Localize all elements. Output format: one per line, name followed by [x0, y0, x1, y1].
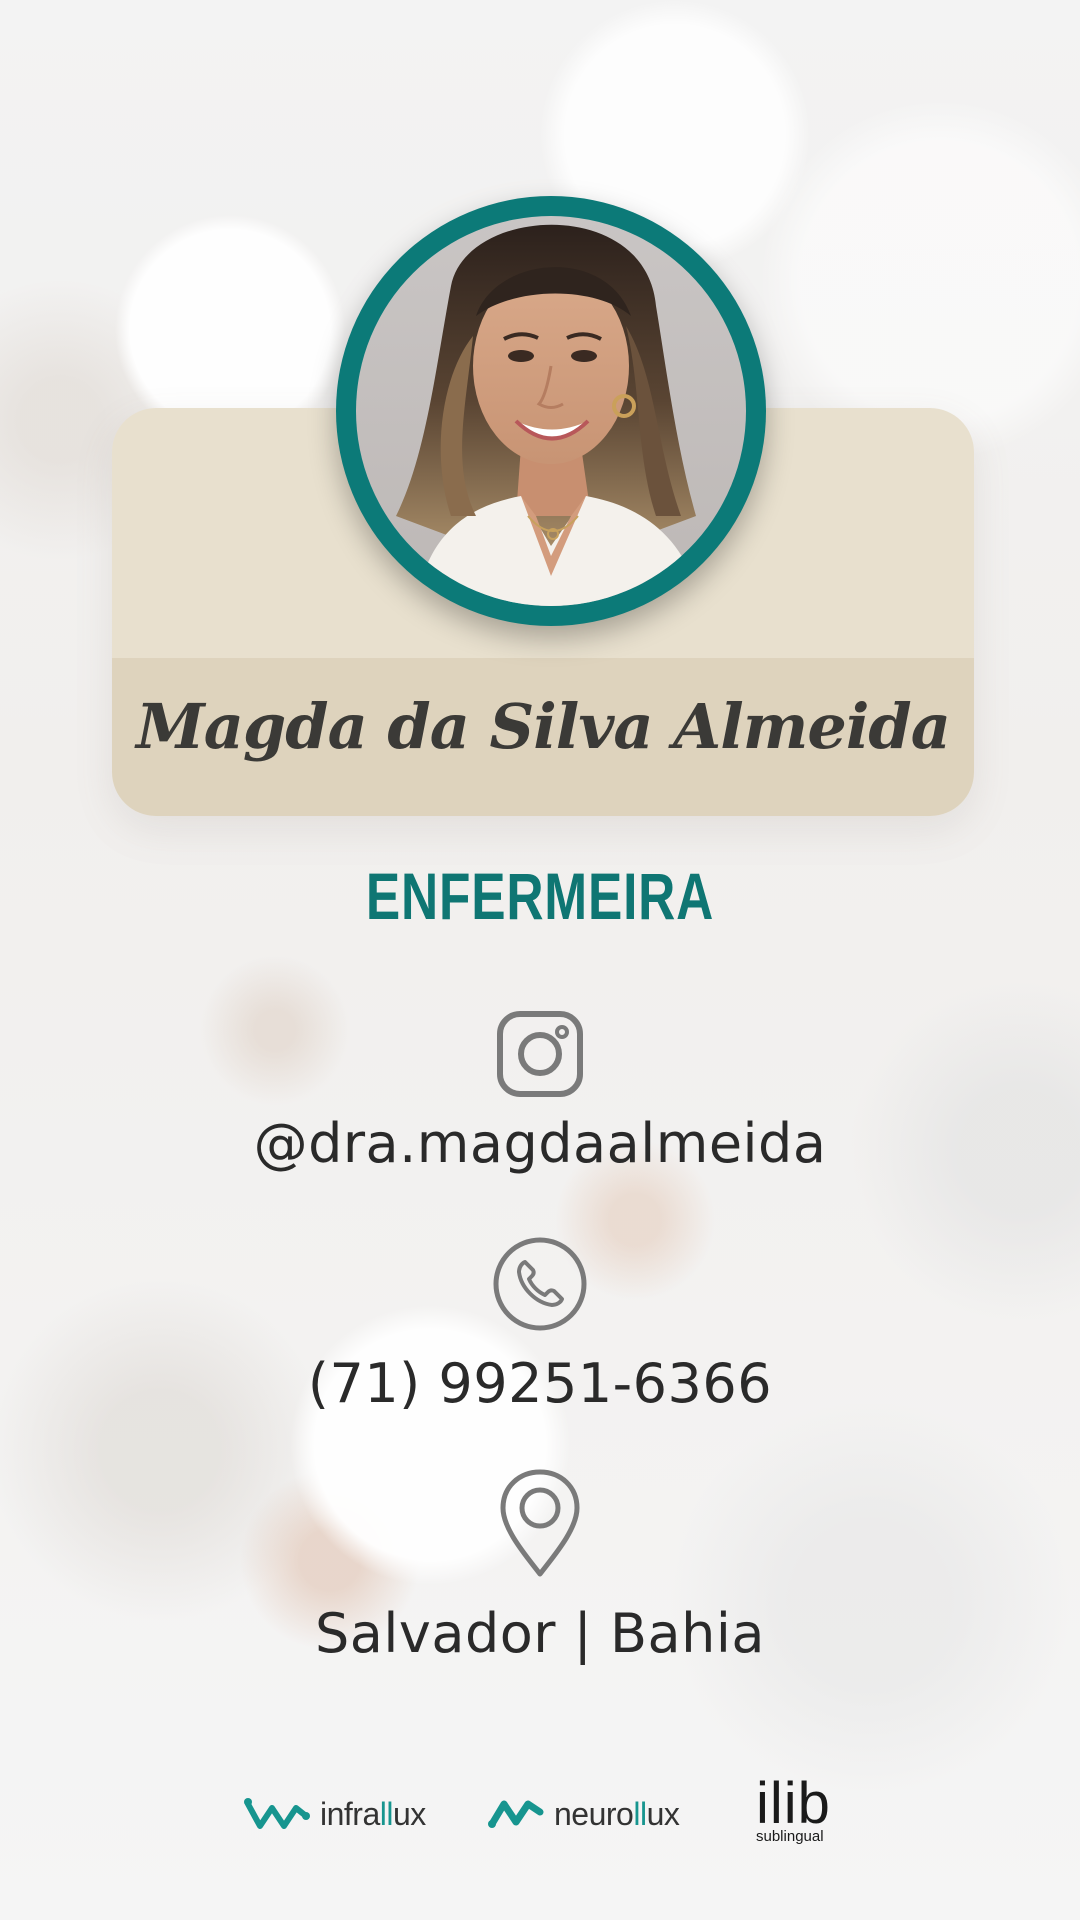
avatar: [336, 196, 766, 626]
instagram-contact[interactable]: @dra.magdaalmeida: [0, 1010, 1080, 1175]
ilib-logo: ilib sublingual: [756, 1771, 831, 1846]
ilib-wordmark: ilib: [756, 1771, 831, 1836]
phone-contact[interactable]: (71) 99251-6366: [0, 1236, 1080, 1415]
infralux-wave-icon: [244, 1798, 310, 1829]
location-contact: Salvador | Bahia: [0, 1468, 1080, 1665]
phone-icon: [493, 1237, 587, 1331]
ilib-subtitle: sublingual: [756, 1828, 824, 1845]
instagram-handle[interactable]: @dra.magdaalmeida: [0, 1112, 1080, 1175]
location-pin-icon: [500, 1469, 580, 1577]
neurolux-prefix: neuro: [554, 1795, 634, 1832]
profile-photo: [356, 216, 746, 606]
neurolux-logo: neurollux: [486, 1794, 680, 1834]
instagram-icon: [497, 1011, 583, 1097]
neurolux-suffix: ux: [646, 1795, 680, 1832]
location-text: Salvador | Bahia: [315, 1602, 765, 1665]
phone-number[interactable]: (71) 99251-6366: [0, 1352, 1080, 1415]
profile-name: Magda da Silva Almeida: [136, 690, 951, 763]
infralux-suffix: ux: [392, 1795, 426, 1832]
profile-photo-illustration: [396, 224, 701, 606]
infralux-highlight: ll: [379, 1795, 394, 1832]
infralux-prefix: infra: [320, 1795, 380, 1832]
neurolux-wave-icon: [488, 1800, 544, 1828]
infralux-logo: infrallux: [242, 1794, 426, 1834]
neurolux-highlight: ll: [633, 1795, 647, 1832]
sponsor-logos: infrallux neurollux ilib sublingual: [0, 1771, 1080, 1852]
profession-title: ENFERMEIRA: [365, 859, 715, 933]
